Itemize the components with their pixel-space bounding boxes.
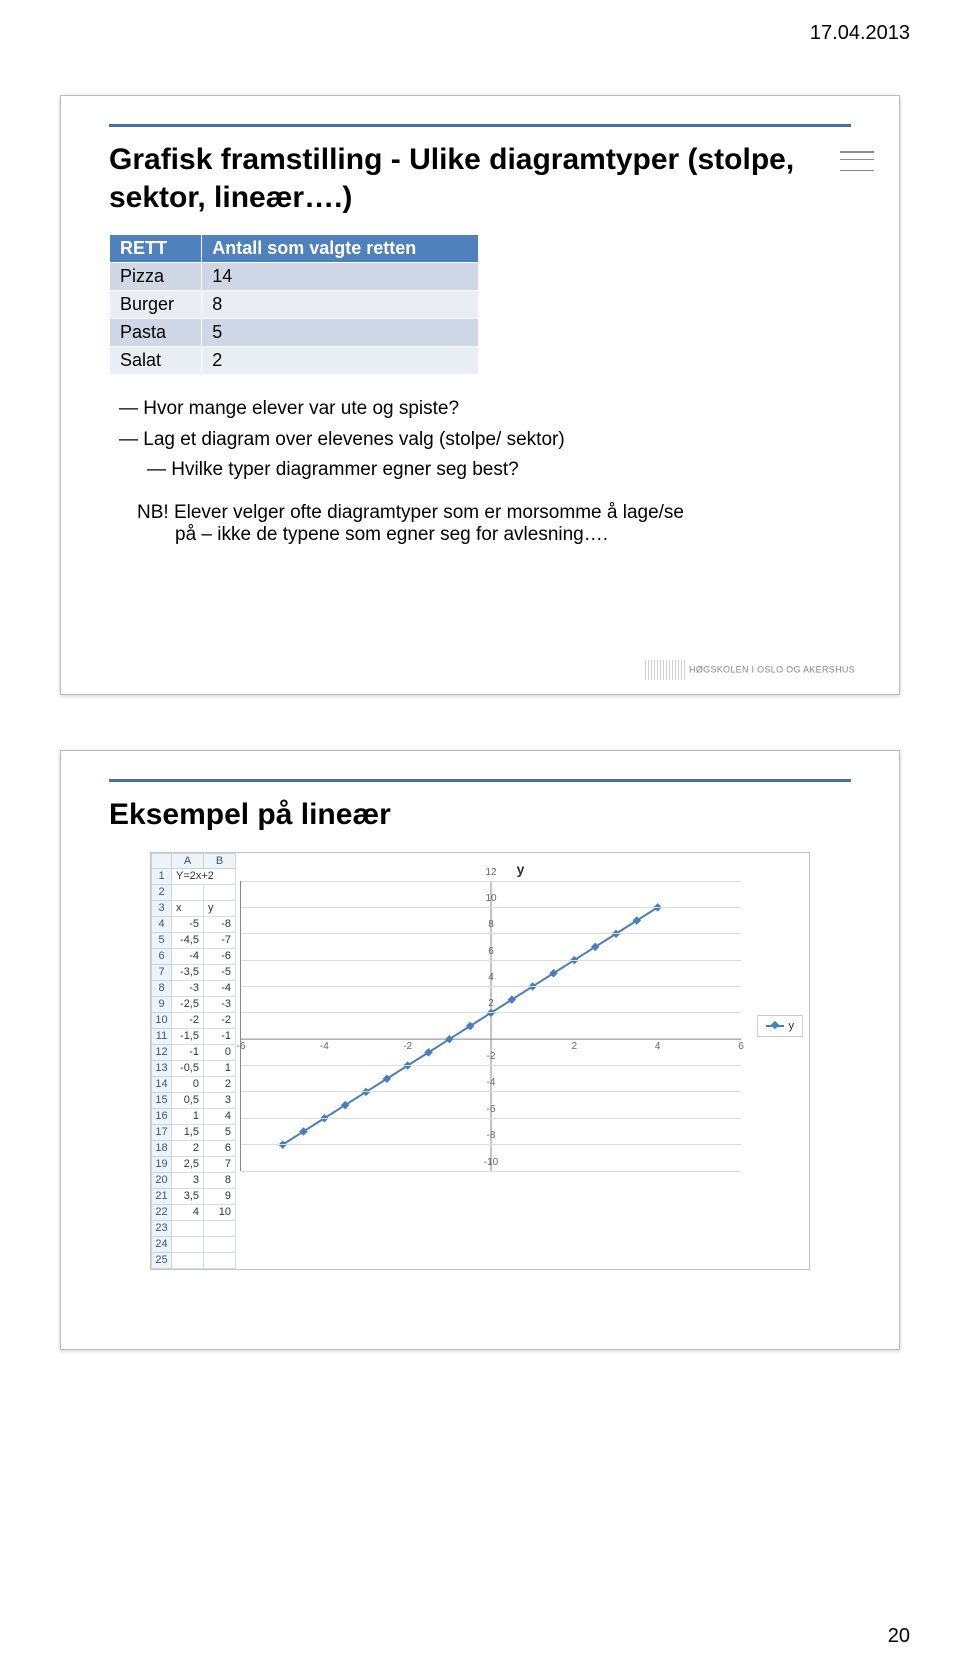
spreadsheet-mock: AB1Y=2x+223xy4-5-85-4,5-76-4-67-3,5-58-3… — [150, 852, 810, 1270]
table-header: RETT — [110, 235, 202, 263]
cell: 8 — [202, 291, 479, 319]
corner-decoration-icon — [840, 151, 874, 174]
table-row: Salat2 — [110, 347, 479, 375]
bullet-list: Hvor mange elever var ute og spiste? Lag… — [119, 395, 851, 484]
spreadsheet-table: AB1Y=2x+223xy4-5-85-4,5-76-4-67-3,5-58-3… — [151, 853, 236, 1269]
legend-label: y — [789, 1020, 795, 1032]
legend-swatch-icon — [766, 1025, 784, 1027]
chart-title: y — [240, 861, 801, 877]
slide-diagramtyper: Grafisk framstilling - Ulike diagramtype… — [60, 95, 900, 695]
slide-title: Eksempel på lineær — [109, 779, 851, 834]
table-row: Pizza14 — [110, 263, 479, 291]
chart-area: y -10-8-6-4-224681012-6-4-2246 — [240, 881, 801, 1171]
cell: Pizza — [110, 263, 202, 291]
cell: Pasta — [110, 319, 202, 347]
note-line2: på – ikke de typene som egner seg for av… — [175, 524, 851, 546]
slide-footer-logo: HØGSKOLEN I OSLO OG AKERSHUS — [645, 660, 855, 680]
food-table: RETT Antall som valgte retten Pizza14 Bu… — [109, 234, 479, 375]
bullet-item: Lag et diagram over elevenes valg (stolp… — [137, 426, 851, 454]
chart-legend: y — [757, 1015, 804, 1037]
page-number: 20 — [888, 1625, 910, 1648]
table-row: Pasta5 — [110, 319, 479, 347]
chart-wrap: y y -10-8-6-4-224681012-6-4-2246 — [236, 853, 809, 1269]
bullet-item: Hvor mange elever var ute og spiste? — [137, 395, 851, 423]
footer-text: HØGSKOLEN I OSLO OG AKERSHUS — [689, 664, 855, 674]
table-row: Burger8 — [110, 291, 479, 319]
cell: 2 — [202, 347, 479, 375]
cell: 14 — [202, 263, 479, 291]
slide-title: Grafisk framstilling - Ulike diagramtype… — [109, 124, 851, 216]
sub-bullet-item: Hvilke typer diagrammer egner seg best? — [165, 456, 851, 484]
page-date: 17.04.2013 — [810, 22, 910, 45]
cell: Salat — [110, 347, 202, 375]
note-line1: NB! Elever velger ofte diagramtyper som … — [137, 502, 851, 524]
slide-linear-example: Eksempel på lineær AB1Y=2x+223xy4-5-85-4… — [60, 750, 900, 1350]
table-header: Antall som valgte retten — [202, 235, 479, 263]
cell: 5 — [202, 319, 479, 347]
cell: Burger — [110, 291, 202, 319]
